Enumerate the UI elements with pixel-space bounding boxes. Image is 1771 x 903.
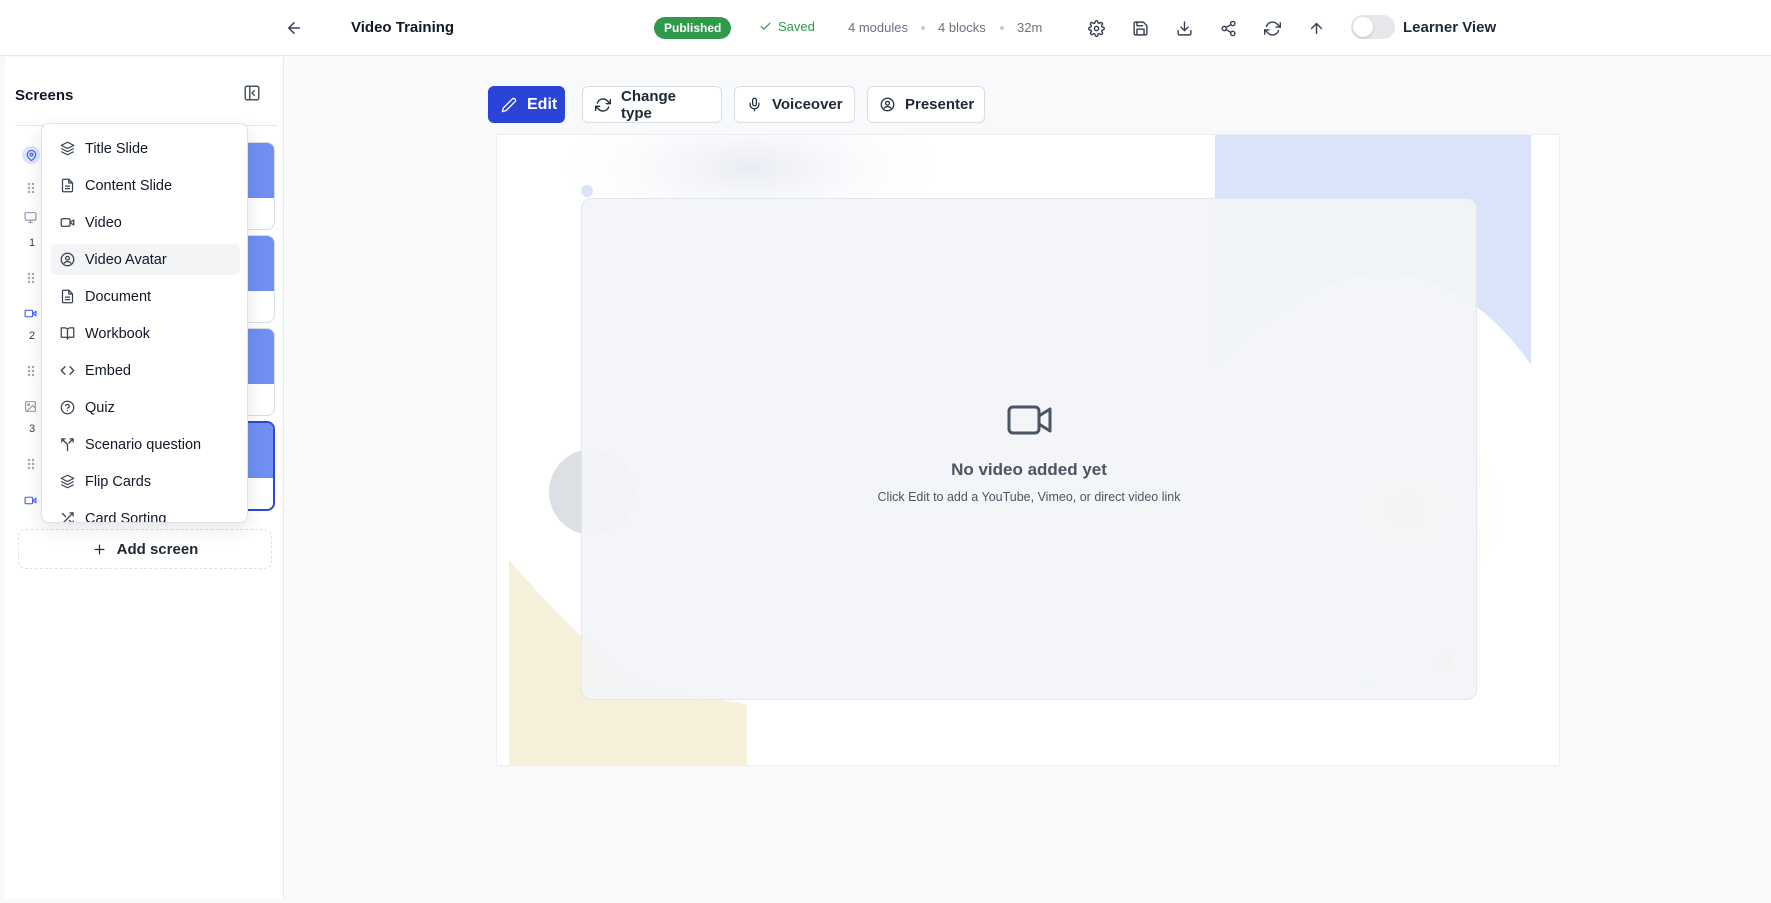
layers-icon bbox=[60, 474, 75, 489]
menu-item-label: Content Slide bbox=[85, 177, 173, 194]
split-icon bbox=[60, 437, 75, 452]
presenter-label: Presenter bbox=[905, 96, 975, 113]
drag-handle-icon[interactable] bbox=[27, 272, 35, 284]
menu-item-label: Scenario question bbox=[85, 436, 202, 453]
saved-label: Saved bbox=[778, 19, 815, 34]
change-type-button[interactable]: Change type bbox=[582, 86, 722, 123]
shuffle-icon bbox=[60, 511, 75, 522]
back-arrow-icon[interactable] bbox=[280, 14, 308, 42]
menu-item-label: Quiz bbox=[85, 399, 115, 416]
refresh-icon[interactable] bbox=[1258, 14, 1286, 42]
menu-item-video-avatar[interactable]: Video Avatar bbox=[51, 244, 240, 275]
menu-item-video[interactable]: Video bbox=[51, 207, 240, 238]
separator-dot bbox=[921, 26, 925, 30]
modules-count: 4 modules bbox=[848, 20, 908, 35]
menu-item-label: Flip Cards bbox=[85, 473, 152, 490]
menu-item-card-sorting[interactable]: Card Sorting bbox=[51, 503, 240, 523]
top-bar: Video Training Published Saved 4 modules… bbox=[0, 0, 1771, 56]
menu-item-label: Video bbox=[85, 214, 122, 231]
voiceover-button[interactable]: Voiceover bbox=[734, 86, 855, 123]
file-text-icon bbox=[60, 289, 75, 304]
saved-indicator: Saved bbox=[759, 19, 815, 34]
learner-view-label: Learner View bbox=[1403, 19, 1497, 36]
book-open-icon bbox=[60, 326, 75, 341]
pencil-icon bbox=[501, 97, 517, 113]
menu-item-label: Workbook bbox=[85, 325, 151, 342]
publish-up-arrow-icon[interactable] bbox=[1302, 14, 1330, 42]
menu-item-title-slide[interactable]: Title Slide bbox=[51, 133, 240, 164]
voiceover-label: Voiceover bbox=[772, 96, 843, 113]
video-camera-icon bbox=[1007, 404, 1053, 436]
menu-item-flip-cards[interactable]: Flip Cards bbox=[51, 466, 240, 497]
screen-type-menu: Title Slide Content Slide Video Video Av… bbox=[41, 123, 248, 523]
file-text-icon bbox=[60, 178, 75, 193]
share-icon[interactable] bbox=[1214, 14, 1242, 42]
monitor-icon bbox=[24, 211, 37, 224]
drag-handle-icon[interactable] bbox=[27, 182, 35, 194]
drag-handle-icon[interactable] bbox=[27, 365, 35, 377]
video-icon bbox=[60, 215, 75, 230]
drag-handle-icon[interactable] bbox=[27, 458, 35, 470]
screen-number: 3 bbox=[29, 423, 36, 435]
video-icon bbox=[24, 307, 37, 320]
screen-number: 2 bbox=[29, 330, 36, 342]
video-placeholder[interactable]: No video added yet Click Edit to add a Y… bbox=[581, 198, 1477, 700]
blocks-count: 4 blocks bbox=[938, 20, 986, 35]
empty-video-title: No video added yet bbox=[951, 460, 1107, 479]
learner-view-toggle[interactable] bbox=[1351, 15, 1395, 39]
screen-number: 1 bbox=[29, 237, 36, 249]
menu-item-embed[interactable]: Embed bbox=[51, 355, 240, 386]
menu-item-label: Document bbox=[85, 288, 152, 305]
menu-item-content-slide[interactable]: Content Slide bbox=[51, 170, 240, 201]
sidebar-title: Screens bbox=[15, 87, 74, 104]
change-type-label: Change type bbox=[621, 87, 677, 122]
menu-item-label: Video Avatar bbox=[85, 251, 167, 268]
collapse-sidebar-icon[interactable] bbox=[243, 84, 265, 106]
download-icon[interactable] bbox=[1170, 14, 1198, 42]
video-icon bbox=[24, 494, 37, 507]
status-badge: Published bbox=[654, 17, 732, 39]
location-pin-icon bbox=[22, 146, 40, 164]
toggle-knob bbox=[1353, 17, 1373, 37]
separator-dot bbox=[1000, 26, 1004, 30]
menu-item-label: Title Slide bbox=[85, 140, 149, 157]
layers-icon bbox=[60, 141, 75, 156]
check-icon bbox=[759, 20, 772, 33]
image-icon bbox=[24, 400, 37, 413]
empty-video-hint: Click Edit to add a YouTube, Vimeo, or d… bbox=[877, 490, 1181, 504]
help-circle-icon bbox=[60, 400, 75, 415]
plus-icon bbox=[92, 542, 107, 557]
edit-button[interactable]: Edit bbox=[488, 86, 565, 123]
menu-item-label: Card Sorting bbox=[85, 510, 167, 523]
add-screen-label: Add screen bbox=[116, 540, 199, 558]
edit-label: Edit bbox=[527, 95, 558, 113]
microphone-icon bbox=[747, 97, 762, 112]
menu-item-document[interactable]: Document bbox=[51, 281, 240, 312]
user-circle-icon bbox=[880, 97, 895, 112]
duration: 32m bbox=[1017, 20, 1043, 35]
presenter-button[interactable]: Presenter bbox=[867, 86, 985, 123]
refresh-icon bbox=[595, 97, 611, 113]
settings-gear-icon[interactable] bbox=[1082, 14, 1110, 42]
page-title: Video Training bbox=[351, 19, 455, 36]
user-circle-icon bbox=[60, 252, 75, 267]
menu-item-workbook[interactable]: Workbook bbox=[51, 318, 240, 349]
menu-item-label: Embed bbox=[85, 362, 131, 379]
slide-canvas: No video added yet Click Edit to add a Y… bbox=[496, 134, 1560, 766]
menu-item-scenario-question[interactable]: Scenario question bbox=[51, 429, 240, 460]
code-icon bbox=[60, 363, 75, 378]
save-icon[interactable] bbox=[1126, 14, 1154, 42]
add-screen-button[interactable]: Add screen bbox=[18, 529, 272, 569]
menu-item-quiz[interactable]: Quiz bbox=[51, 392, 240, 423]
